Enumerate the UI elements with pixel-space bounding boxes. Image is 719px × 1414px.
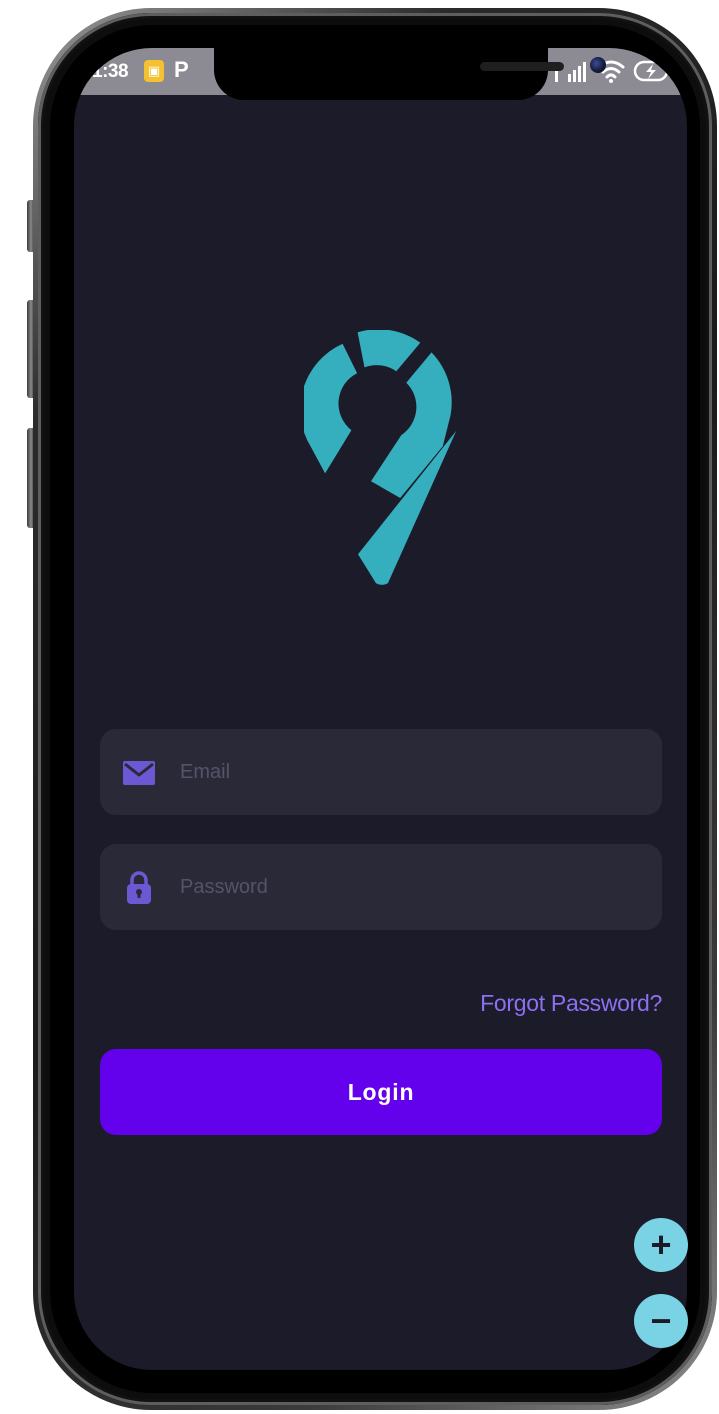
status-icons [555,56,671,86]
email-field[interactable] [100,729,662,815]
app-notification-icon: P [174,57,189,82]
lock-icon [122,871,156,905]
zoom-in-button[interactable]: + [634,1218,688,1272]
device-mockup: 1:38 ▣ P Email Forgot Password? Login + … [0,0,719,1414]
forgot-password-link[interactable]: Forgot Password? [480,990,662,1017]
front-camera [590,57,606,73]
location-pin-logo-icon [304,330,457,585]
speaker-grill [480,62,564,71]
envelope-icon [122,756,156,790]
password-input[interactable] [180,844,640,930]
lock-notification-icon: ▣ [144,60,164,82]
email-input[interactable] [180,729,640,815]
notch [214,48,606,100]
password-field[interactable] [100,844,662,930]
zoom-out-button[interactable]: − [634,1294,688,1348]
status-time: 1:38 [92,61,129,82]
app-screen: 1:38 ▣ P Email Forgot Password? Login [74,48,687,1370]
battery-charging-icon [633,60,669,82]
login-button[interactable]: Login [100,1049,662,1135]
